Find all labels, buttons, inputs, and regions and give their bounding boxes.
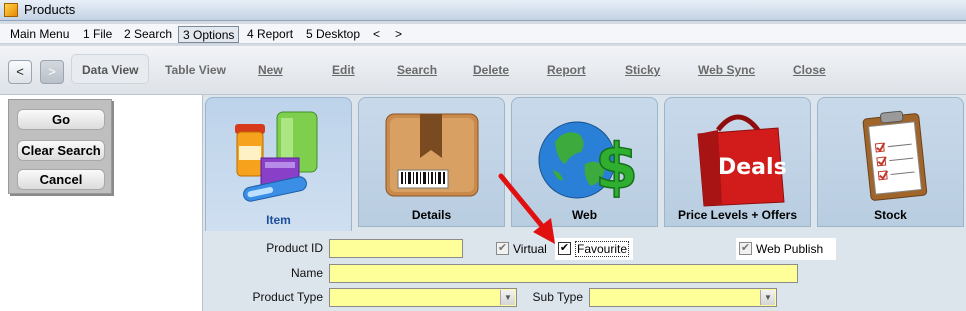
search-actions-box: Go Clear Search Cancel [8, 99, 112, 194]
sticky-button[interactable]: Sticky [625, 63, 660, 77]
close-button[interactable]: Close [793, 63, 826, 77]
menu-prev[interactable]: < [369, 26, 384, 43]
web-publish-checkbox-wrap[interactable]: ✔ Web Publish [739, 239, 835, 259]
inventory-clipboard-icon [862, 110, 928, 201]
title-bar: Products [0, 0, 966, 21]
item-form: Product ID ✔ Virtual ✔ Favourite ✔ Web P… [203, 233, 966, 311]
product-id-field[interactable] [329, 239, 463, 258]
toolbar: < > Data View Table View New Edit Search… [0, 46, 966, 95]
go-button[interactable]: Go [17, 109, 105, 130]
web-sync-button[interactable]: Web Sync [698, 63, 755, 77]
new-button[interactable]: New [258, 63, 283, 77]
menu-bar: Main Menu 1 File 2 Search 3 Options 4 Re… [0, 24, 966, 44]
menu-main-menu[interactable]: Main Menu [6, 26, 73, 43]
menu-desktop[interactable]: 5 Desktop [302, 26, 364, 43]
tab-item-label: Item [266, 213, 291, 227]
menu-search[interactable]: 2 Search [120, 26, 176, 43]
search-button[interactable]: Search [397, 63, 437, 77]
favourite-label: Favourite [575, 241, 630, 257]
data-view-button[interactable]: Data View [71, 54, 150, 84]
product-id-label: Product ID [266, 241, 323, 255]
products-icon [235, 111, 318, 202]
svg-text:$: $ [595, 130, 635, 203]
back-button[interactable]: < [8, 60, 32, 84]
product-type-label: Product Type [252, 290, 324, 304]
name-field[interactable] [329, 264, 798, 283]
tab-price-levels-label: Price Levels + Offers [677, 208, 798, 222]
chevron-down-icon[interactable]: ▼ [500, 290, 515, 305]
tab-price-levels[interactable]: Deals Price Levels + Offers [664, 97, 811, 227]
sub-type-label: Sub Type [532, 290, 583, 304]
name-label: Name [290, 266, 323, 280]
report-button[interactable]: Report [547, 63, 586, 77]
tab-item[interactable]: Item [205, 97, 352, 231]
deals-bag-icon: Deals [697, 114, 787, 207]
web-publish-checkbox[interactable]: ✔ [739, 242, 752, 255]
forward-button[interactable]: > [40, 60, 64, 84]
svg-text:Deals: Deals [718, 155, 787, 180]
clear-search-button[interactable]: Clear Search [17, 140, 105, 161]
table-view-button[interactable]: Table View [165, 63, 226, 77]
sub-type-select[interactable]: ▼ [589, 288, 777, 307]
red-arrow-icon [498, 173, 555, 244]
tab-details[interactable]: Details [358, 97, 505, 227]
chevron-down-icon[interactable]: ▼ [760, 290, 775, 305]
tab-details-label: Details [411, 208, 452, 222]
web-publish-label: Web Publish [756, 242, 824, 256]
window-title: Products [24, 2, 76, 17]
menu-next[interactable]: > [391, 26, 406, 43]
app-icon [4, 3, 18, 17]
delete-button[interactable]: Delete [473, 63, 509, 77]
left-panel: Go Clear Search Cancel [0, 95, 203, 311]
tab-stock-label: Stock [874, 208, 907, 222]
box-barcode-icon [385, 113, 479, 197]
menu-report[interactable]: 4 Report [243, 26, 297, 43]
menu-options[interactable]: 3 Options [178, 26, 240, 43]
tab-stock[interactable]: Stock [817, 97, 964, 227]
edit-button[interactable]: Edit [332, 63, 355, 77]
menu-file[interactable]: 1 File [79, 26, 116, 43]
product-type-select[interactable]: ▼ [329, 288, 517, 307]
favourite-checkbox-wrap[interactable]: ✔ Favourite [558, 239, 633, 259]
cancel-button[interactable]: Cancel [17, 169, 105, 190]
